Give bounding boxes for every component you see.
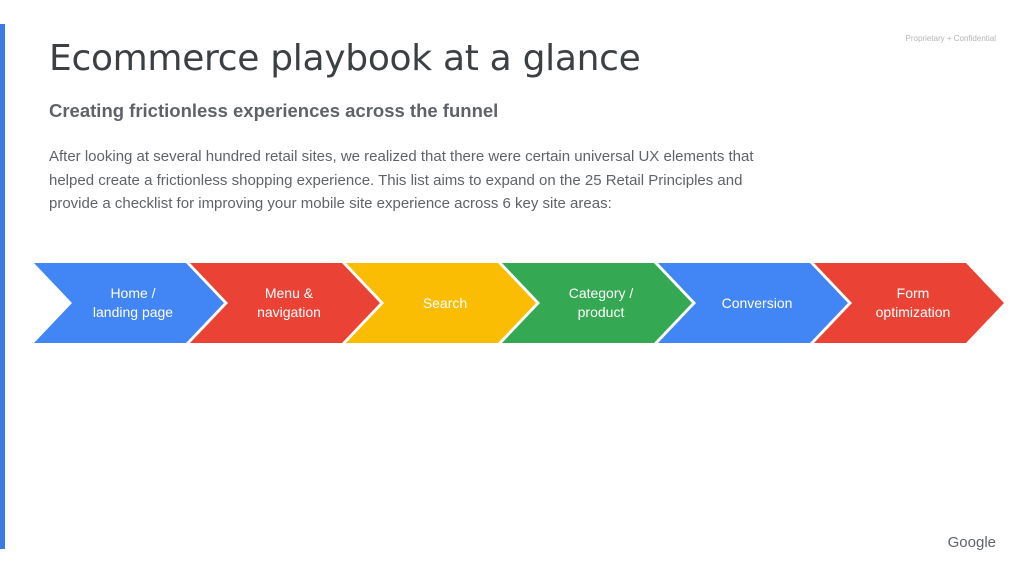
funnel-steps: Home / landing page Menu & navigation Se…	[34, 263, 1006, 343]
slide-subtitle: Creating frictionless experiences across…	[49, 100, 499, 121]
step-form-optimization: Form optimization	[814, 263, 1004, 343]
intro-paragraph: After looking at several hundred retail …	[49, 148, 754, 212]
confidential-label: Proprietary + Confidential	[905, 34, 997, 43]
slide-title: Ecommerce playbook at a glance	[49, 38, 641, 79]
step-label: Form optimization	[875, 285, 951, 320]
accent-bar	[0, 24, 5, 549]
google-logo: Google	[947, 534, 996, 551]
